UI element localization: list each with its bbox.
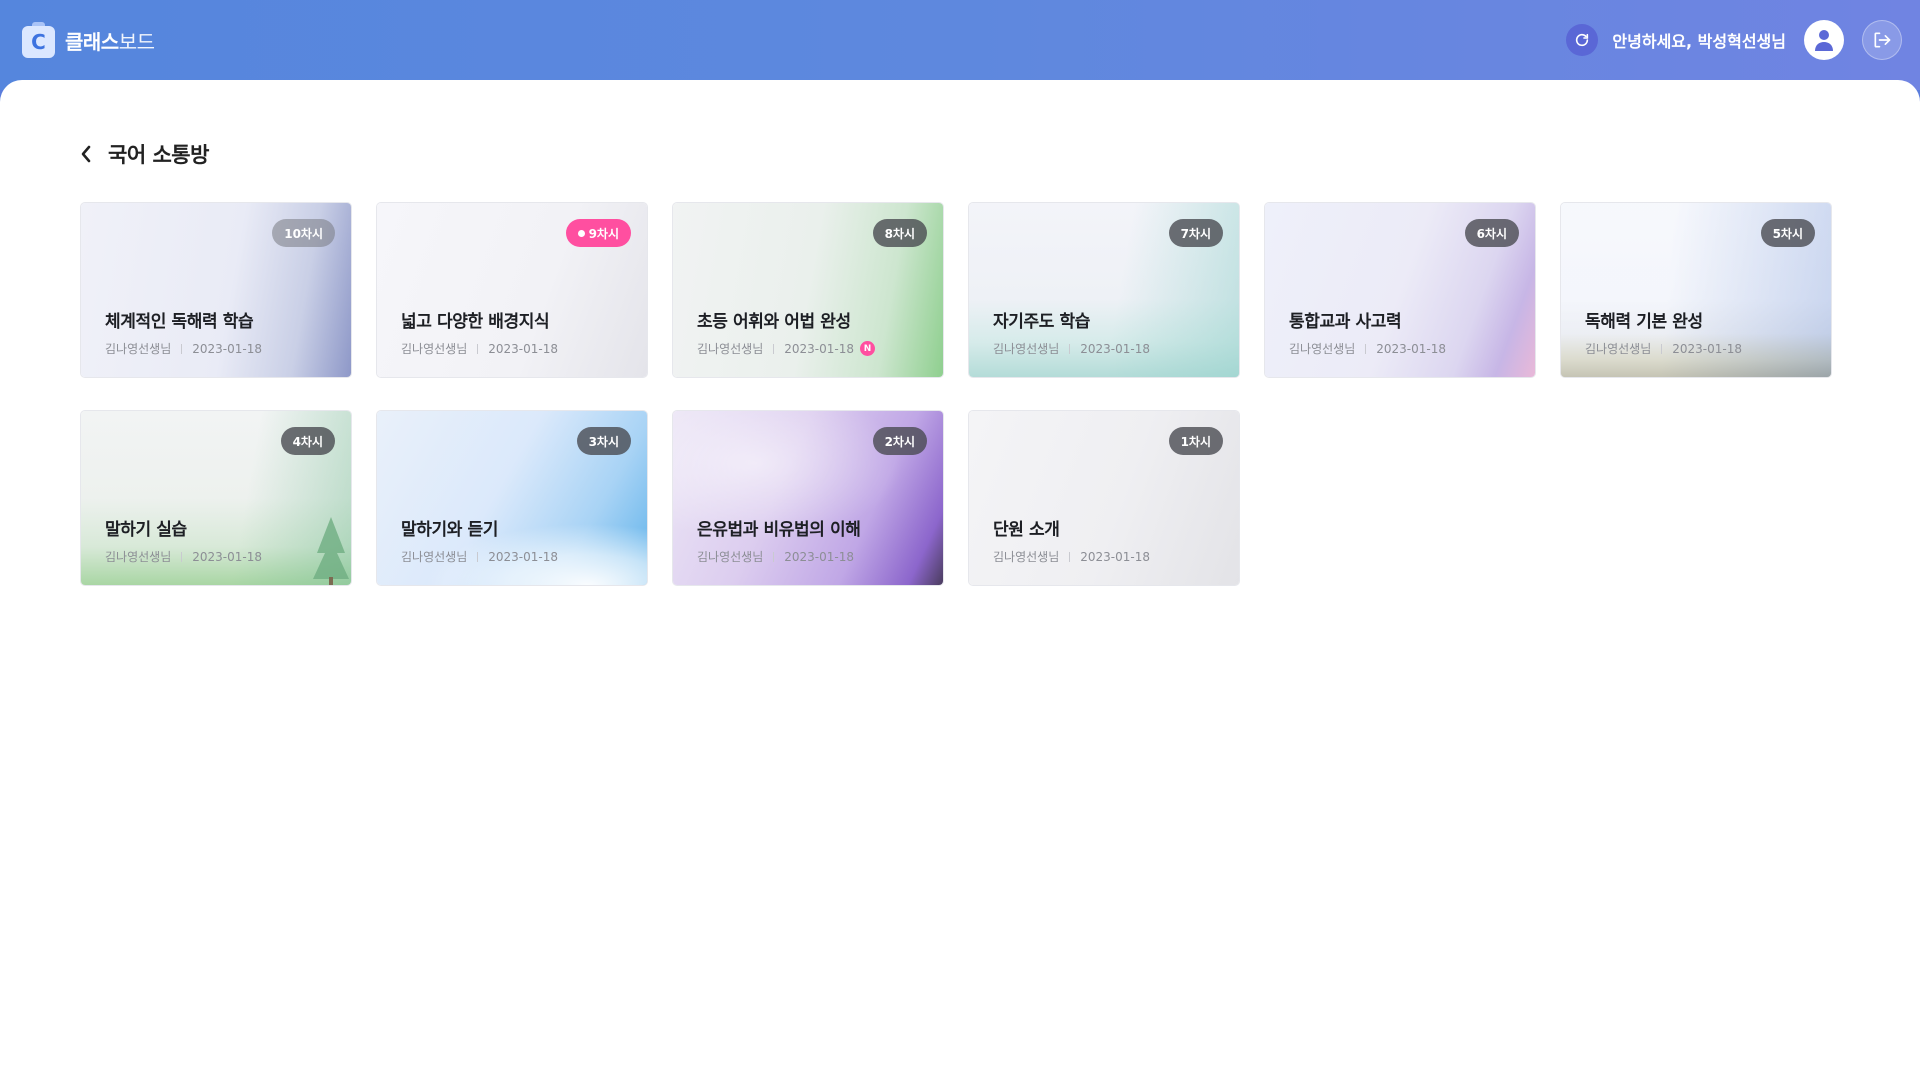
lesson-badge: 10차시 — [272, 219, 335, 247]
lesson-meta: 김나영선생님 2023-01-18 — [1289, 340, 1446, 357]
page-title: 국어 소통방 — [108, 143, 209, 167]
top-bar: C 클래스보드 안녕하세요, 박성혁선생님 — [0, 0, 1920, 90]
lesson-badge: 5차시 — [1760, 219, 1815, 247]
lesson-date: 2023-01-18 — [192, 549, 262, 564]
lesson-teacher: 김나영선생님 — [697, 550, 764, 564]
lesson-card-3[interactable]: 3차시 말하기와 듣기 김나영선생님 2023-01-18 — [376, 410, 648, 586]
lesson-date: 2023-01-18 — [488, 341, 558, 356]
lesson-meta: 김나영선생님 2023-01-18 — [1585, 340, 1742, 357]
back-button[interactable] — [76, 142, 96, 166]
main-content: 국어 소통방 10차시 체계적인 독해력 학습 김나영선생님 2023-01-18… — [0, 80, 1920, 1080]
avatar[interactable] — [1804, 20, 1844, 60]
lesson-title: 초등 어휘와 어법 완성 — [697, 312, 851, 332]
lesson-date: 2023-01-18 — [784, 341, 854, 356]
lesson-meta: 김나영선생님 2023-01-18 — [105, 548, 262, 565]
lesson-date: 2023-01-18 — [1376, 341, 1446, 356]
lesson-date: 2023-01-18 — [488, 549, 558, 564]
lesson-badge: 7차시 — [1168, 219, 1223, 247]
lesson-badge: 4차시 — [280, 427, 335, 455]
lesson-meta: 김나영선생님 2023-01-18 — [401, 340, 558, 357]
lesson-date: 2023-01-18 — [192, 341, 262, 356]
logout-icon — [1874, 32, 1891, 48]
lesson-date: 2023-01-18 — [1080, 341, 1150, 356]
lesson-teacher: 김나영선생님 — [401, 550, 468, 564]
lesson-title: 말하기 실습 — [105, 520, 187, 540]
logout-button[interactable] — [1862, 20, 1902, 60]
lesson-card-4[interactable]: 4차시 말하기 실습 김나영선생님 2023-01-18 — [80, 410, 352, 586]
app-name-light: 보드 — [118, 29, 155, 54]
refresh-icon — [1576, 33, 1589, 47]
lesson-title: 자기주도 학습 — [993, 312, 1090, 332]
lesson-teacher: 김나영선생님 — [1289, 342, 1356, 356]
app-logo[interactable]: C 클래스보드 — [22, 22, 155, 58]
lesson-card-7[interactable]: 7차시 자기주도 학습 김나영선생님 2023-01-18 — [968, 202, 1240, 378]
app-name: 클래스보드 — [65, 26, 155, 55]
lesson-teacher: 김나영선생님 — [105, 550, 172, 564]
lesson-card-8[interactable]: 8차시 초등 어휘와 어법 완성 김나영선생님 2023-01-18 N — [672, 202, 944, 378]
lesson-meta: 김나영선생님 2023-01-18 — [993, 340, 1150, 357]
lesson-meta: 김나영선생님 2023-01-18 — [401, 548, 558, 565]
lesson-meta: 김나영선생님 2023-01-18 N — [697, 340, 875, 357]
lesson-title: 말하기와 듣기 — [401, 520, 498, 540]
greeting-text: 안녕하세요, 박성혁선생님 — [1612, 32, 1786, 51]
lesson-title: 단원 소개 — [993, 520, 1060, 540]
lesson-title: 은유법과 비유법의 이해 — [697, 520, 861, 540]
lesson-card-5[interactable]: 5차시 독해력 기본 완성 김나영선생님 2023-01-18 — [1560, 202, 1832, 378]
lesson-teacher: 김나영선생님 — [105, 342, 172, 356]
lesson-card-2[interactable]: 2차시 은유법과 비유법의 이해 김나영선생님 2023-01-18 — [672, 410, 944, 586]
live-lesson-badge: 9차시 — [565, 219, 631, 247]
lesson-date: 2023-01-18 — [784, 549, 854, 564]
lesson-badge: 1차시 — [1168, 427, 1223, 455]
lesson-title: 독해력 기본 완성 — [1585, 312, 1703, 332]
chevron-left-icon — [81, 145, 91, 163]
lesson-title: 넓고 다양한 배경지식 — [401, 312, 550, 332]
lesson-teacher: 김나영선생님 — [993, 550, 1060, 564]
user-icon — [1815, 30, 1833, 51]
lesson-meta: 김나영선생님 2023-01-18 — [105, 340, 262, 357]
lesson-card-1[interactable]: 1차시 단원 소개 김나영선생님 2023-01-18 — [968, 410, 1240, 586]
lesson-teacher: 김나영선생님 — [993, 342, 1060, 356]
lesson-badge: 2차시 — [872, 427, 927, 455]
clipboard-logo-icon: C — [22, 22, 55, 58]
lesson-meta: 김나영선생님 2023-01-18 — [993, 548, 1150, 565]
app-name-bold: 클래스 — [65, 29, 119, 54]
lesson-card-9[interactable]: 9차시 넓고 다양한 배경지식 김나영선생님 2023-01-18 — [376, 202, 648, 378]
lesson-teacher: 김나영선생님 — [1585, 342, 1652, 356]
lesson-title: 체계적인 독해력 학습 — [105, 312, 254, 332]
lesson-teacher: 김나영선생님 — [401, 342, 468, 356]
lesson-meta: 김나영선생님 2023-01-18 — [697, 548, 854, 565]
tree-icon — [313, 517, 349, 585]
lesson-title: 통합교과 사고력 — [1289, 312, 1402, 332]
lesson-badge: 6차시 — [1464, 219, 1519, 247]
new-badge: N — [860, 341, 875, 356]
lesson-card-6[interactable]: 6차시 통합교과 사고력 김나영선생님 2023-01-18 — [1264, 202, 1536, 378]
lesson-date: 2023-01-18 — [1672, 341, 1742, 356]
lesson-card-10[interactable]: 10차시 체계적인 독해력 학습 김나영선생님 2023-01-18 — [80, 202, 352, 378]
live-dot-icon — [577, 229, 585, 237]
refresh-button[interactable] — [1566, 24, 1599, 56]
lesson-teacher: 김나영선생님 — [697, 342, 764, 356]
lesson-date: 2023-01-18 — [1080, 549, 1150, 564]
lesson-badge: 3차시 — [576, 427, 631, 455]
lesson-badge: 8차시 — [872, 219, 927, 247]
